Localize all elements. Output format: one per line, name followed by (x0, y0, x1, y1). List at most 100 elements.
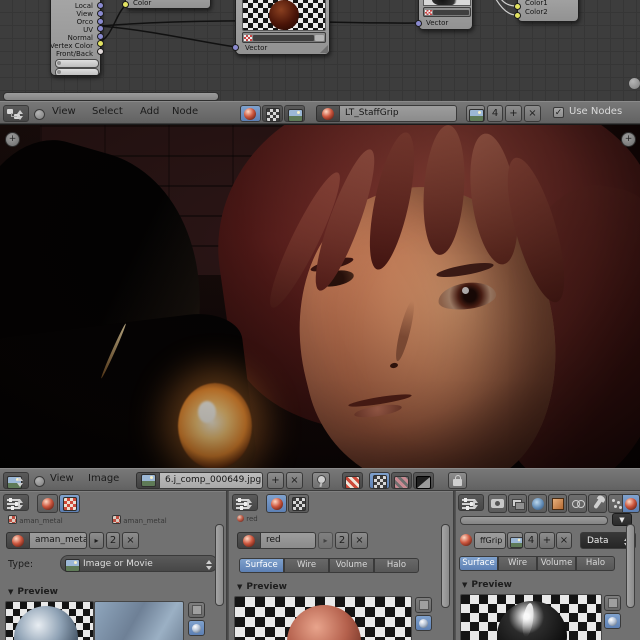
tab-world[interactable] (528, 494, 547, 513)
node-editor-vscroll-widget[interactable] (628, 77, 640, 90)
breadcrumb-item[interactable]: red (237, 515, 258, 523)
unlink-material-button[interactable]: × (556, 532, 572, 549)
texture-id-unlink[interactable] (315, 34, 324, 41)
unlink-image-button[interactable]: × (286, 472, 303, 489)
menu-add[interactable]: Add (140, 106, 159, 117)
mode-wire-button[interactable]: Wire (498, 556, 537, 571)
tree-type-texture-button[interactable] (262, 105, 283, 122)
editor-type-button-node[interactable] (3, 105, 29, 122)
material-id-iconbox[interactable] (316, 105, 340, 122)
panel-scrollbar[interactable] (215, 524, 224, 606)
editor-type-button-properties[interactable] (232, 494, 258, 511)
editor-type-button-image[interactable] (3, 472, 29, 489)
unlink-material-button[interactable]: × (351, 532, 368, 549)
material-users-button[interactable]: 4 (524, 532, 538, 549)
socket-view[interactable] (97, 10, 104, 17)
texture-node-preview[interactable]: Vector (235, 0, 330, 55)
socket-vertex-color[interactable] (97, 40, 104, 47)
preview-panel-header[interactable]: ▼ Preview (8, 587, 58, 597)
tab-material[interactable] (266, 494, 287, 513)
header-menu-collapse-icon[interactable] (34, 476, 45, 487)
preview-flat-button[interactable] (188, 602, 205, 618)
node-editor-viewport[interactable]: Local View Orco UV Normal Vertex Color F… (0, 0, 640, 101)
breadcrumb-item[interactable]: aman_metal (8, 515, 63, 525)
tab-modifiers[interactable] (588, 494, 607, 513)
material-node-fragment[interactable]: Color (125, 0, 211, 9)
socket-vector-a[interactable] (232, 44, 239, 51)
region-corner-widget-right[interactable]: + (621, 132, 636, 147)
texture-name-field[interactable]: aman_metal (29, 532, 87, 549)
browse-texture-button[interactable]: ▸ (89, 532, 104, 549)
socket-orco[interactable] (97, 18, 104, 25)
geometry-node[interactable]: Local View Orco UV Normal Vertex Color F… (50, 0, 101, 76)
mode-surface-button[interactable]: Surface (459, 556, 498, 571)
preview-sphere-button[interactable] (415, 615, 432, 631)
material-id-iconbox[interactable] (237, 532, 261, 549)
socket-normal[interactable] (97, 33, 104, 40)
material-users-button[interactable]: 2 (335, 532, 349, 549)
mode-volume-button[interactable]: Volume (537, 556, 576, 571)
menu-view[interactable]: View (50, 473, 74, 484)
preview-sphere-button[interactable] (604, 613, 621, 629)
texture-id-iconbox[interactable] (6, 532, 30, 549)
preview-flat-button[interactable] (415, 597, 432, 613)
draw-alpha-button[interactable] (391, 472, 412, 489)
editor-type-button-properties[interactable] (3, 494, 29, 511)
browse-material-button[interactable]: ▸ (318, 532, 333, 549)
texture-type-dropdown[interactable]: Image or Movie (60, 555, 218, 572)
node-resize-grip[interactable] (320, 45, 328, 53)
socket-uv[interactable] (97, 25, 104, 32)
socket-color2[interactable] (514, 12, 521, 19)
mode-halo-button[interactable]: Halo (374, 558, 419, 573)
menu-select[interactable]: Select (92, 106, 123, 117)
pin-button[interactable] (312, 472, 330, 489)
socket-local[interactable] (97, 2, 104, 9)
panel-hscrollbar[interactable] (460, 516, 608, 525)
material-name-field[interactable]: red (260, 532, 316, 549)
uv-layer-field[interactable] (55, 59, 99, 68)
draw-zbuffer-button[interactable] (413, 472, 434, 489)
texture-ref-datablock-row[interactable] (423, 7, 471, 17)
image-id-iconbox[interactable] (136, 472, 160, 489)
tab-texture[interactable] (59, 494, 80, 513)
texture-datablock-row[interactable] (242, 32, 326, 43)
tab-render-layers[interactable] (508, 494, 527, 513)
new-image-button[interactable]: + (267, 472, 284, 489)
menu-view[interactable]: View (52, 106, 76, 117)
new-material-button[interactable]: + (539, 532, 555, 549)
mode-wire-button[interactable]: Wire (284, 558, 329, 573)
image-name-field[interactable]: 6.j_comp_000649.jpg (159, 472, 263, 489)
socket-front-back[interactable] (97, 48, 104, 55)
vertex-color-layer-field[interactable] (55, 68, 99, 75)
draw-rgb-button[interactable] (342, 472, 363, 489)
unlink-id-button[interactable]: × (524, 105, 541, 122)
browse-material-button[interactable] (507, 532, 523, 549)
tab-object[interactable] (548, 494, 567, 513)
draw-rgba-button[interactable] (369, 472, 390, 489)
update-lock-button[interactable] (448, 472, 467, 489)
preview-panel-header[interactable]: ▼ Preview (462, 580, 512, 590)
node-editor-hscrollbar[interactable] (3, 92, 219, 101)
panel-scrollbar[interactable] (441, 524, 450, 608)
texture-node-ref[interactable]: Vector (418, 0, 473, 30)
tab-constraints[interactable] (568, 494, 587, 513)
socket-color-input[interactable] (122, 1, 129, 8)
mode-surface-button[interactable]: Surface (239, 558, 284, 573)
region-corner-widget-left[interactable]: + (5, 132, 20, 147)
breadcrumb-item[interactable]: aman_metal (112, 515, 167, 525)
preview-sphere-button[interactable] (188, 620, 205, 636)
new-id-button[interactable]: + (505, 105, 522, 122)
unlink-texture-button[interactable]: × (122, 532, 139, 549)
preview-panel-header[interactable]: ▼ Preview (237, 582, 287, 592)
texture-users-button[interactable]: 2 (106, 532, 120, 549)
mode-volume-button[interactable]: Volume (329, 558, 374, 573)
material-name-field[interactable]: LT_StaffGrip (339, 105, 457, 122)
socket-color1[interactable] (514, 3, 521, 10)
image-viewport[interactable]: + + (0, 124, 640, 470)
menu-image[interactable]: Image (88, 473, 119, 484)
header-menu-collapse-icon[interactable] (34, 109, 45, 120)
use-nodes-checkbox[interactable]: ✓ (553, 107, 564, 118)
users-count-button[interactable]: 4 (487, 105, 503, 122)
panel-scrollbar[interactable] (626, 524, 635, 608)
browse-image-button[interactable] (466, 105, 485, 122)
